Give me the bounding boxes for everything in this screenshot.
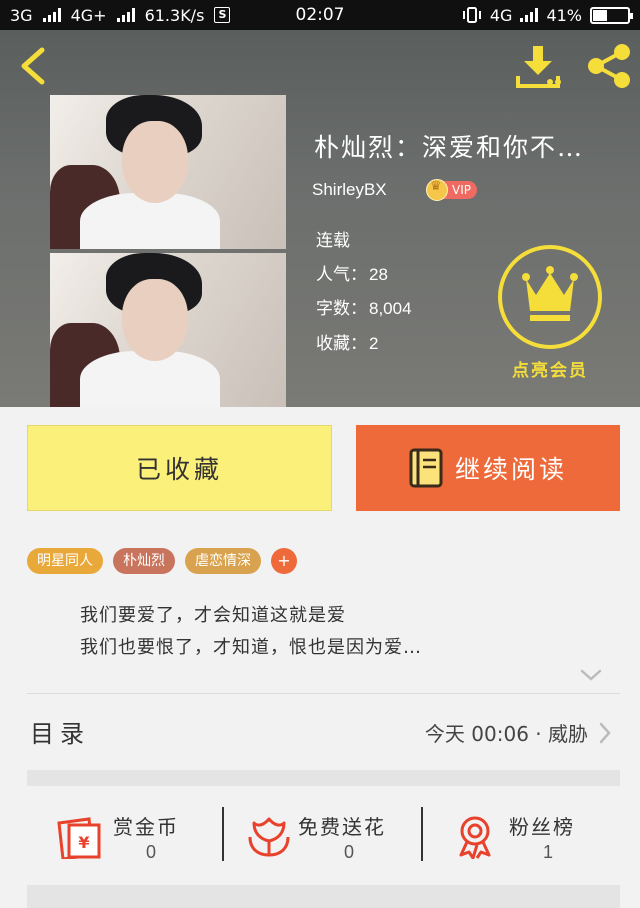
word-count-row: 字数： 8,004	[316, 294, 412, 319]
reward-coins-label: 赏金币	[113, 815, 179, 839]
tag-item[interactable]: 明星同人	[27, 548, 103, 574]
flower-icon	[248, 817, 290, 857]
section-separator	[27, 770, 620, 786]
action-bar: ¥ 赏金币 0 免费送花 0 粉丝榜 1	[0, 787, 640, 885]
battery-percent: 41%	[546, 5, 582, 25]
send-flowers-action[interactable]: 免费送花 0	[244, 787, 414, 885]
intro-line-1: 我们要爱了，才会知道这就是爱	[80, 605, 346, 626]
signal-icon-2	[116, 8, 135, 22]
word-count-label: 字数：	[316, 299, 367, 319]
medal-icon	[459, 816, 491, 859]
network-3g-label: 3G	[10, 5, 33, 25]
divider	[421, 807, 423, 861]
toc-row[interactable]: 目录 今天 00:06 · 威胁	[0, 695, 640, 769]
reward-coins-count: 0	[146, 842, 157, 862]
member-label[interactable]: 点亮会员	[494, 356, 606, 381]
status-bar: 3G 4G+ 61.3K/s S 02:07 4G 41%	[0, 0, 640, 30]
fan-ranking-count: 1	[543, 842, 554, 862]
chevron-down-icon[interactable]	[580, 668, 602, 682]
divider	[222, 807, 224, 861]
download-icon[interactable]	[514, 44, 564, 90]
back-icon[interactable]	[14, 44, 54, 88]
tag-list: 明星同人 朴灿烈 虐恋情深 +	[27, 548, 297, 574]
popularity-row: 人气： 28	[316, 260, 388, 285]
network-4g-label-2: 4G	[489, 5, 513, 25]
book-header: 朴灿烈：深爱和你不… ShirleyBX VIP 连载 人气：28 字数：8,0…	[0, 30, 640, 407]
svg-text:¥: ¥	[78, 833, 89, 852]
bottom-separator	[27, 885, 620, 908]
intro-line-2: 我们也要恨了，才知道，恨也是因为爱…	[80, 637, 422, 658]
crown-coin-icon	[426, 179, 448, 201]
tag-item[interactable]: 朴灿烈	[113, 548, 175, 574]
battery-icon	[590, 6, 633, 24]
popularity-label: 人气：	[316, 265, 367, 285]
chevron-right-icon	[599, 722, 611, 744]
s-badge-icon: S	[214, 7, 231, 23]
vibrate-icon	[462, 7, 481, 23]
book-title: 朴灿烈：深爱和你不…	[314, 133, 585, 162]
tag-item[interactable]: 虐恋情深	[185, 548, 261, 574]
book-cover[interactable]	[50, 95, 286, 407]
favorites-row: 收藏： 2	[316, 329, 378, 354]
member-crown-icon[interactable]	[498, 245, 602, 349]
favorites-value: 2	[369, 334, 379, 353]
network-speed: 61.3K/s	[144, 5, 205, 25]
signal-icon	[42, 8, 61, 22]
send-flowers-count: 0	[344, 842, 355, 862]
status-right: 4G 41%	[462, 5, 633, 25]
coin-envelope-icon: ¥	[57, 817, 101, 859]
add-tag-button[interactable]: +	[271, 548, 297, 574]
continue-reading-button[interactable]: 继续阅读	[356, 425, 620, 511]
network-4g-label: 4G+	[70, 5, 107, 25]
serial-status: 连载	[316, 231, 350, 251]
book-icon	[409, 448, 443, 488]
fan-ranking-label: 粉丝榜	[509, 815, 575, 839]
signal-icon-3	[520, 8, 539, 22]
word-count-value: 8,004	[369, 299, 412, 318]
fan-ranking-action[interactable]: 粉丝榜 1	[455, 787, 615, 885]
popularity-value: 28	[369, 265, 388, 284]
continue-reading-label: 继续阅读	[454, 455, 567, 484]
status-left: 3G 4G+ 61.3K/s S	[10, 5, 231, 25]
send-flowers-label: 免费送花	[298, 815, 386, 839]
collected-button[interactable]: 已收藏	[27, 425, 332, 511]
author-name[interactable]: ShirleyBX	[312, 180, 387, 200]
favorites-label: 收藏：	[316, 334, 367, 354]
book-intro: 我们要爱了，才会知道这就是爱 我们也要恨了，才知道，恨也是因为爱…	[80, 600, 422, 664]
divider	[27, 693, 620, 694]
toc-latest-update: 今天 00:06 · 威胁	[424, 722, 588, 746]
vip-badge: VIP	[426, 179, 477, 201]
cover-photo-top	[50, 95, 286, 249]
share-icon[interactable]	[584, 42, 634, 90]
reward-coins-action[interactable]: ¥ 赏金币 0	[55, 787, 205, 885]
toc-label: 目录	[30, 720, 90, 748]
cover-photo-bottom	[50, 253, 286, 407]
